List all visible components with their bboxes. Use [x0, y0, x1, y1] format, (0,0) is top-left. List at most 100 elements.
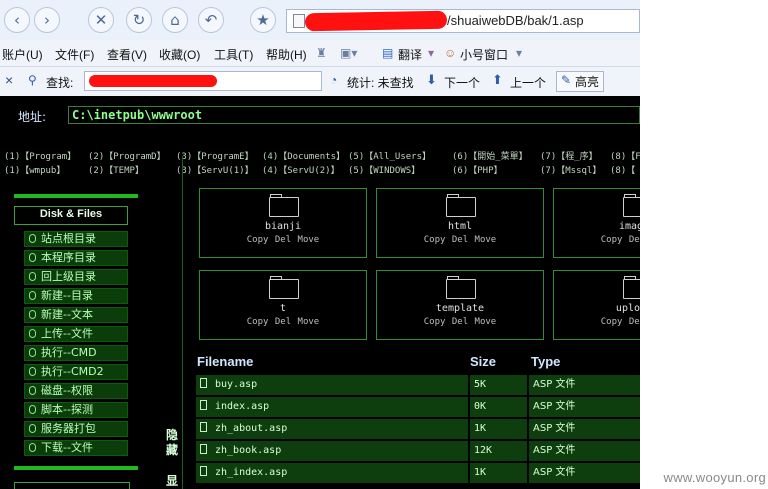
folder-card[interactable]: html Copy Del Move — [376, 188, 544, 258]
refresh-button[interactable]: ↻ — [126, 7, 152, 33]
quick-path-link[interactable]: (8)【 — [610, 163, 635, 176]
quick-path-link[interactable]: (2)【ProgramD】 — [88, 149, 166, 162]
quick-path-link[interactable]: (3)【ProgramE】 — [176, 149, 254, 162]
folder-card[interactable]: t Copy Del Move — [199, 270, 367, 340]
folder-card[interactable]: template Copy Del Move — [376, 270, 544, 340]
address-text: /shuaiwebDB/bak/1.asp — [447, 13, 584, 28]
find-next-button[interactable]: 下一个 — [444, 74, 480, 91]
col-type[interactable]: Type — [531, 354, 560, 369]
quick-path-link[interactable]: (5)【All_Users】 — [348, 149, 431, 162]
filename-cell[interactable]: buy.asp — [196, 375, 468, 395]
quick-path-link[interactable]: (1)【Program】 — [4, 149, 76, 162]
folder-name[interactable]: bianji — [200, 221, 366, 232]
type-cell: ASP 文件 — [529, 397, 640, 417]
filename-cell[interactable]: zh_about.asp — [196, 419, 468, 439]
filename-text[interactable]: buy.asp — [215, 379, 257, 390]
filename-text[interactable]: zh_book.asp — [215, 445, 281, 456]
sidebar-next-section — [14, 482, 130, 489]
col-size[interactable]: Size — [470, 354, 496, 369]
toolbox-icon[interactable]: ▣▾ — [340, 46, 357, 60]
quick-path-link[interactable]: (8)【F — [610, 149, 640, 162]
folder-actions[interactable]: Copy Del Move — [377, 317, 543, 327]
menu-view[interactable]: 查看(V) — [107, 46, 147, 63]
folder-name[interactable]: t — [200, 303, 366, 314]
table-row[interactable]: zh_about.asp 1K ASP 文件 — [196, 419, 640, 439]
stop-button[interactable]: ✕ — [88, 7, 114, 33]
folder-icon — [623, 197, 640, 217]
highlight-button[interactable]: ✎ 高亮 — [556, 71, 605, 92]
path-input[interactable]: C:\inetpub\wwwroot — [68, 106, 640, 124]
folder-actions[interactable]: Copy Del Move — [200, 317, 366, 327]
table-row[interactable]: zh_book.asp 12K ASP 文件 — [196, 441, 640, 461]
folder-actions[interactable]: Copy Del Move — [554, 235, 640, 245]
menu-file[interactable]: 文件(F) — [55, 46, 94, 63]
quick-path-link[interactable]: (4)【Documents】 — [262, 149, 345, 162]
quick-path-link[interactable]: (2)【TEMP】 — [88, 163, 144, 176]
sidebar-item[interactable]: 下载--文件 — [24, 440, 128, 456]
sidebar-item[interactable]: 磁盘--权限 — [24, 383, 128, 399]
table-row[interactable]: buy.asp 5K ASP 文件 — [196, 375, 640, 395]
favorite-button[interactable]: ★ — [250, 7, 276, 33]
sidebar-item[interactable]: 本程序目录 — [24, 250, 128, 266]
filename-cell[interactable]: zh_index.asp — [196, 463, 468, 483]
folder-card[interactable]: bianji Copy Del Move — [199, 188, 367, 258]
quick-path-link[interactable]: (4)【ServU(2)】 — [262, 163, 340, 176]
size-cell: 1K — [470, 419, 527, 439]
quick-path-link[interactable]: (7)【Mssql】 — [540, 163, 601, 176]
disk-files-title[interactable]: Disk & Files — [14, 206, 128, 225]
home-button[interactable]: ⌂ — [162, 7, 188, 33]
address-bar[interactable]: /shuaiwebDB/bak/1.asp — [286, 9, 640, 33]
menu-favorites[interactable]: 收藏(O) — [159, 46, 200, 63]
col-filename[interactable]: Filename — [197, 354, 253, 369]
mouse-icon — [29, 348, 36, 357]
quick-path-link[interactable]: (3)【ServU(1)】 — [176, 163, 254, 176]
small-window-button[interactable]: 小号窗口 — [460, 46, 508, 63]
sidebar-item[interactable]: 新建--目录 — [24, 288, 128, 304]
folder-name[interactable]: template — [377, 303, 543, 314]
show-toggle[interactable]: 显 — [166, 474, 180, 489]
folder-actions[interactable]: Copy Del Move — [377, 235, 543, 245]
shirt-icon[interactable]: ♜ — [316, 46, 327, 60]
filename-text[interactable]: zh_index.asp — [215, 467, 287, 478]
table-row[interactable]: zh_index.asp 1K ASP 文件 — [196, 463, 640, 483]
quick-path-link[interactable]: (7)【程_序】 — [540, 149, 598, 162]
quick-path-link[interactable]: (1)【wmpub】 — [4, 163, 65, 176]
hide-toggle[interactable]: 隐藏 — [166, 428, 180, 458]
menu-account[interactable]: 账户(U) — [2, 46, 43, 63]
find-prev-button[interactable]: 上一个 — [510, 74, 546, 91]
find-input[interactable] — [84, 71, 322, 91]
filename-cell[interactable]: zh_book.asp — [196, 441, 468, 461]
sidebar-item[interactable]: 上传--文件 — [24, 326, 128, 342]
menu-help[interactable]: 帮助(H) — [266, 46, 307, 63]
chevron-down-icon[interactable]: ▾ — [516, 46, 522, 60]
menu-tools[interactable]: 工具(T) — [214, 46, 253, 63]
filename-text[interactable]: index.asp — [215, 401, 269, 412]
filename-text[interactable]: zh_about.asp — [215, 423, 287, 434]
folder-name[interactable]: images — [554, 221, 640, 232]
sidebar-item[interactable]: 脚本--探测 — [24, 402, 128, 418]
forward-button[interactable]: › — [34, 7, 60, 33]
sidebar-item[interactable]: 站点根目录 — [24, 231, 128, 247]
filename-cell[interactable]: index.asp — [196, 397, 468, 417]
folder-card[interactable]: images Copy Del Move — [553, 188, 640, 258]
undo-close-button[interactable]: ↶ — [198, 7, 224, 33]
sidebar-item[interactable]: 服务器打包 — [24, 421, 128, 437]
folder-actions[interactable]: Copy Del Move — [554, 317, 640, 327]
sidebar-item[interactable]: 回上级目录 — [24, 269, 128, 285]
sidebar-item[interactable]: 新建--文本 — [24, 307, 128, 323]
dropdown-icon[interactable]: ▾ — [428, 46, 434, 60]
folder-name[interactable]: uploads — [554, 303, 640, 314]
table-row[interactable]: index.asp 0K ASP 文件 — [196, 397, 640, 417]
quick-path-link[interactable]: (6)【開始_菜單】 — [452, 149, 528, 162]
mouse-icon — [29, 386, 36, 395]
sidebar-item[interactable]: 执行--CMD — [24, 345, 128, 361]
quick-path-link[interactable]: (6)【PHP】 — [452, 163, 503, 176]
back-button[interactable]: ‹ — [4, 7, 30, 33]
translate-button[interactable]: 翻译 — [398, 46, 422, 63]
quick-path-link[interactable]: (5)【WINDOWS】 — [348, 163, 420, 176]
folder-actions[interactable]: Copy Del Move — [200, 235, 366, 245]
folder-name[interactable]: html — [377, 221, 543, 232]
folder-card[interactable]: uploads Copy Del Move — [553, 270, 640, 340]
sidebar-item[interactable]: 执行--CMD2 — [24, 364, 128, 380]
close-find-button[interactable]: × — [5, 72, 13, 88]
